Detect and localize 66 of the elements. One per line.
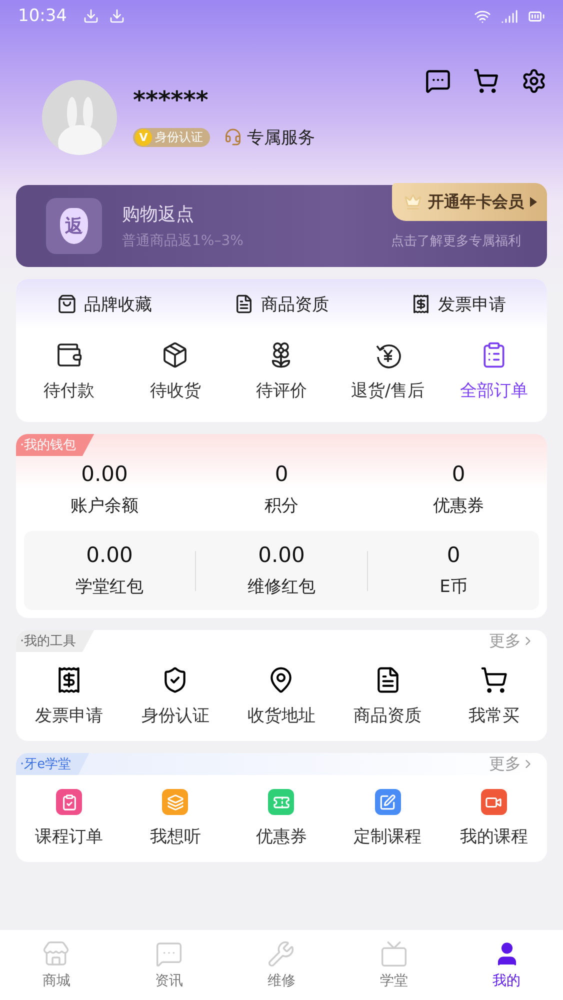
stat-label: 优惠券 xyxy=(433,495,484,517)
order-status-item[interactable]: 待收货 xyxy=(122,341,228,402)
message-icon[interactable] xyxy=(425,68,451,94)
stat-value: 0.00 xyxy=(81,462,128,486)
stat-label: 账户余额 xyxy=(70,495,138,517)
wallet-icon xyxy=(55,341,84,369)
course-item[interactable]: 优惠券 xyxy=(228,789,335,848)
stat-label: E币 xyxy=(440,576,468,598)
stat-label: 学堂红包 xyxy=(76,576,144,598)
download-icon xyxy=(83,8,99,24)
bag-icon xyxy=(57,294,77,314)
tab[interactable]: 维修 xyxy=(225,930,338,1000)
order-status-item[interactable]: 待评价 xyxy=(228,341,335,402)
order-status-item[interactable]: 待付款 xyxy=(16,341,122,402)
vip-button[interactable]: 开通年卡会员 xyxy=(392,183,547,221)
course-item[interactable]: 课程订单 xyxy=(16,789,122,848)
tool-item[interactable]: 商品资质 xyxy=(334,666,441,727)
download-icon xyxy=(109,8,125,24)
stat-label: 积分 xyxy=(264,495,298,517)
section-title: ·牙e学堂 xyxy=(16,753,90,775)
tool-item[interactable]: 我常买 xyxy=(440,666,547,727)
course-item[interactable]: 我的课程 xyxy=(440,789,547,848)
quick-link[interactable]: 商品资质 xyxy=(234,292,329,316)
course-item[interactable]: 我想听 xyxy=(122,789,228,848)
settings-icon[interactable] xyxy=(521,68,547,94)
status-time: 10:34 xyxy=(18,6,67,26)
stat-label: 维修红包 xyxy=(248,576,316,598)
banner-subtitle: 普通商品返1%–3% xyxy=(122,232,244,250)
package-icon xyxy=(161,341,190,369)
section-title: ·我的工具 xyxy=(16,630,94,652)
user-name: ****** xyxy=(133,86,210,114)
tab[interactable]: 资讯 xyxy=(112,930,226,1000)
signal-icon xyxy=(501,8,518,24)
order-status-item[interactable]: 退货/售后 xyxy=(334,341,441,402)
store-icon xyxy=(42,940,70,968)
headset-icon xyxy=(224,128,242,146)
tool-item[interactable]: 收货地址 xyxy=(228,666,335,727)
stat-value: 0 xyxy=(274,462,288,486)
quick-link[interactable]: 发票申请 xyxy=(411,292,506,316)
caret-icon xyxy=(530,197,537,207)
order-status-item[interactable]: 全部订单 xyxy=(440,341,547,402)
stat-value: 0.00 xyxy=(258,543,305,567)
banner-title: 购物返点 xyxy=(122,203,194,226)
banner-note: 点击了解更多专属福利 xyxy=(391,233,521,250)
tab[interactable]: 学堂 xyxy=(338,930,450,1000)
tv-icon xyxy=(380,940,408,968)
crown-icon xyxy=(404,193,422,211)
wrench-icon xyxy=(267,940,296,968)
stat-value: 0 xyxy=(452,462,466,486)
stat-value: 0.00 xyxy=(86,543,133,567)
document-icon xyxy=(234,294,254,314)
receipt-icon xyxy=(411,294,431,314)
cart-icon xyxy=(480,666,508,694)
tool-item[interactable]: 身份认证 xyxy=(122,666,228,727)
rebate-banner[interactable]: 返 购物返点 普通商品返1%–3% 开通年卡会员 点击了解更多专属福利 xyxy=(16,185,547,267)
tab[interactable]: 商城 xyxy=(0,930,113,1000)
cart-icon[interactable] xyxy=(473,68,499,94)
tool-item[interactable]: 发票申请 xyxy=(16,666,122,727)
section-title: ·我的钱包 xyxy=(16,434,94,456)
stat-value: 0 xyxy=(446,543,460,567)
service-link[interactable]: 专属服务 xyxy=(224,126,315,148)
quick-link[interactable]: 品牌收藏 xyxy=(57,292,152,316)
tab[interactable]: 我的 xyxy=(450,930,563,1000)
money-bag-icon: 返 xyxy=(46,198,102,254)
message-icon xyxy=(154,940,183,968)
course-item[interactable]: 定制课程 xyxy=(334,789,441,848)
